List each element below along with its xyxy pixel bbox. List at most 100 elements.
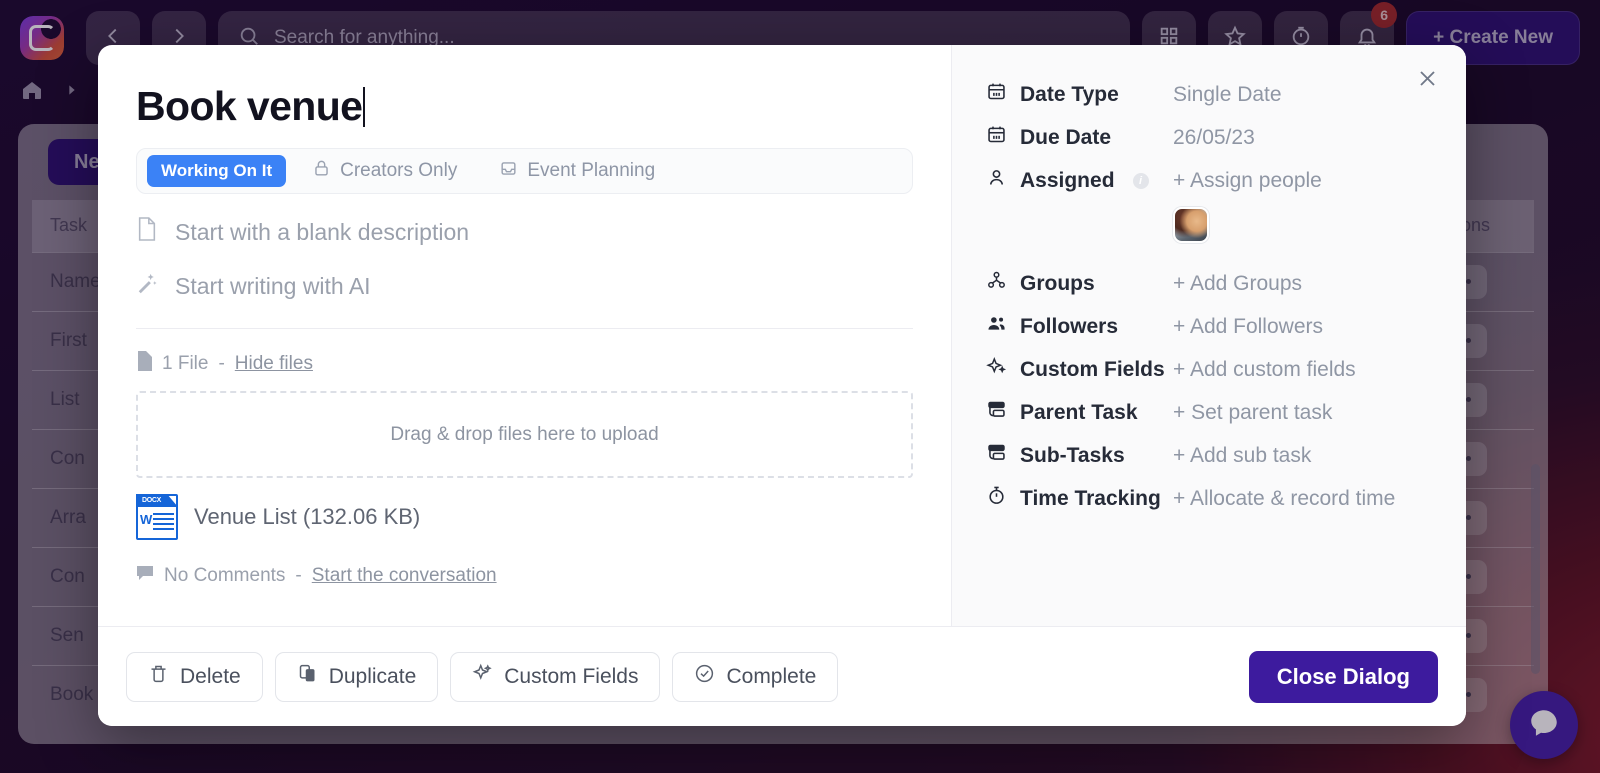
task-title[interactable]: Book venue <box>136 84 363 128</box>
property-label: Time Tracking <box>986 485 1173 512</box>
property-label: Groups <box>986 270 1173 297</box>
property-label: Custom Fields <box>986 356 1173 383</box>
task-title-field[interactable]: Book venue <box>136 84 913 128</box>
separator: - <box>218 353 225 375</box>
dialog-footer: Delete Duplicate Custom Fields Complete … <box>98 626 1466 726</box>
comments-row: No Comments - Start the conversation <box>136 564 913 588</box>
property-label: Parent Task <box>986 399 1173 426</box>
task-icon <box>986 399 1007 426</box>
property-value[interactable]: + Set parent task <box>1173 401 1332 425</box>
blank-description-label: Start with a blank description <box>175 218 470 245</box>
property-value[interactable]: + Add custom fields <box>1173 358 1356 382</box>
property-label-text: Date Type <box>1020 82 1119 106</box>
trash-icon <box>148 663 169 690</box>
start-conversation-link[interactable]: Start the conversation <box>312 565 497 587</box>
property-value[interactable]: + Add Followers <box>1173 315 1323 339</box>
duplicate-button[interactable]: Duplicate <box>274 651 439 702</box>
ai-writing-label: Start writing with AI <box>175 272 371 299</box>
assigned-avatars <box>986 202 1432 248</box>
divider <box>136 328 913 330</box>
file-name-label: Venue List (132.06 KB) <box>194 504 421 530</box>
dialog-body: Book venue Working On It Creators Only E… <box>98 45 1466 626</box>
document-icon <box>136 216 158 248</box>
text-cursor <box>363 87 366 127</box>
file-count-label: 1 File <box>162 353 209 375</box>
inbox-icon <box>499 159 518 184</box>
property-label: Assigned i <box>986 167 1173 194</box>
property-row-assigned[interactable]: Assigned i + Assign people <box>986 159 1432 202</box>
hide-files-link[interactable]: Hide files <box>235 353 313 375</box>
stopwatch-icon <box>986 485 1007 512</box>
ai-writing-option[interactable]: Start writing with AI <box>136 270 913 302</box>
property-row-date-type[interactable]: Date Type Single Date <box>986 73 1432 116</box>
board-chip[interactable]: Event Planning <box>483 159 671 184</box>
blank-description-option[interactable]: Start with a blank description <box>136 216 913 248</box>
visibility-label: Creators Only <box>340 160 458 182</box>
groups-icon <box>986 270 1007 297</box>
property-row-followers[interactable]: Followers + Add Followers <box>986 305 1432 348</box>
files-header: 1 File - Hide files <box>136 351 913 377</box>
property-label: Date Type <box>986 81 1173 108</box>
property-value[interactable]: + Allocate & record time <box>1173 487 1395 511</box>
board-label: Event Planning <box>527 160 656 182</box>
task-meta-bar: Working On It Creators Only Event Planni… <box>136 148 913 195</box>
property-label-text: Assigned <box>1020 168 1115 192</box>
custom-fields-button[interactable]: Custom Fields <box>450 651 661 702</box>
property-label-text: Parent Task <box>1020 400 1138 424</box>
comments-count-label: No Comments <box>164 565 286 587</box>
docx-file-icon: DOCX W <box>136 494 178 541</box>
complete-button[interactable]: Complete <box>672 651 839 702</box>
visibility-chip[interactable]: Creators Only <box>296 159 473 184</box>
user-icon <box>986 167 1007 194</box>
dialog-properties-pane: Date Type Single Date Due Date 26/05/23 Assi… <box>952 45 1466 626</box>
comment-icon <box>136 564 154 588</box>
lock-icon <box>312 159 331 184</box>
property-label-text: Sub-Tasks <box>1020 443 1125 467</box>
property-value[interactable]: 26/05/23 <box>1173 126 1255 150</box>
property-value[interactable]: Single Date <box>1173 83 1282 107</box>
sparkle-icon <box>472 663 493 690</box>
file-list-item[interactable]: DOCX W Venue List (132.06 KB) <box>136 494 913 541</box>
task-icon <box>986 442 1007 469</box>
property-value[interactable]: + Add Groups <box>1173 272 1302 296</box>
property-row-groups[interactable]: Groups + Add Groups <box>986 262 1432 305</box>
property-label: Followers <box>986 313 1173 340</box>
sparkle-icon <box>986 356 1007 383</box>
separator: - <box>295 565 302 587</box>
avatar[interactable] <box>1173 207 1209 243</box>
property-label-text: Due Date <box>1020 125 1112 149</box>
status-badge[interactable]: Working On It <box>147 155 287 188</box>
property-row-due-date[interactable]: Due Date 26/05/23 <box>986 116 1432 159</box>
task-detail-dialog: Book venue Working On It Creators Only E… <box>98 45 1466 726</box>
file-icon <box>136 351 152 377</box>
docx-label: DOCX <box>136 494 167 508</box>
properties-list: Date Type Single Date Due Date 26/05/23 Assi… <box>986 73 1432 520</box>
info-icon[interactable]: i <box>1132 172 1149 189</box>
close-dialog-button[interactable]: Close Dialog <box>1248 650 1438 703</box>
dialog-main-pane: Book venue Working On It Creators Only E… <box>98 45 952 626</box>
property-row-sub-tasks[interactable]: Sub-Tasks + Add sub task <box>986 434 1432 477</box>
property-row-custom-fields[interactable]: Custom Fields + Add custom fields <box>986 348 1432 391</box>
complete-label: Complete <box>726 664 817 688</box>
property-label: Sub-Tasks <box>986 442 1173 469</box>
property-value[interactable]: + Add sub task <box>1173 444 1311 468</box>
property-label-text: Groups <box>1020 271 1095 295</box>
calendar-icon <box>986 124 1007 151</box>
property-value[interactable]: + Assign people <box>1173 169 1322 193</box>
duplicate-icon <box>297 663 318 690</box>
property-row-time-tracking[interactable]: Time Tracking + Allocate & record time <box>986 477 1432 520</box>
check-circle-icon <box>694 663 715 690</box>
file-dropzone[interactable]: Drag & drop files here to upload <box>136 391 913 479</box>
magic-wand-icon <box>136 270 158 302</box>
property-label-text: Followers <box>1020 314 1119 338</box>
duplicate-label: Duplicate <box>328 664 417 688</box>
close-icon[interactable] <box>1412 63 1442 93</box>
followers-icon <box>986 313 1007 340</box>
property-row-parent-task[interactable]: Parent Task + Set parent task <box>986 391 1432 434</box>
delete-button[interactable]: Delete <box>126 651 263 702</box>
property-label-text: Custom Fields <box>1020 357 1165 381</box>
calendar-icon <box>986 81 1007 108</box>
delete-label: Delete <box>180 664 241 688</box>
dropzone-label: Drag & drop files here to upload <box>390 423 659 445</box>
